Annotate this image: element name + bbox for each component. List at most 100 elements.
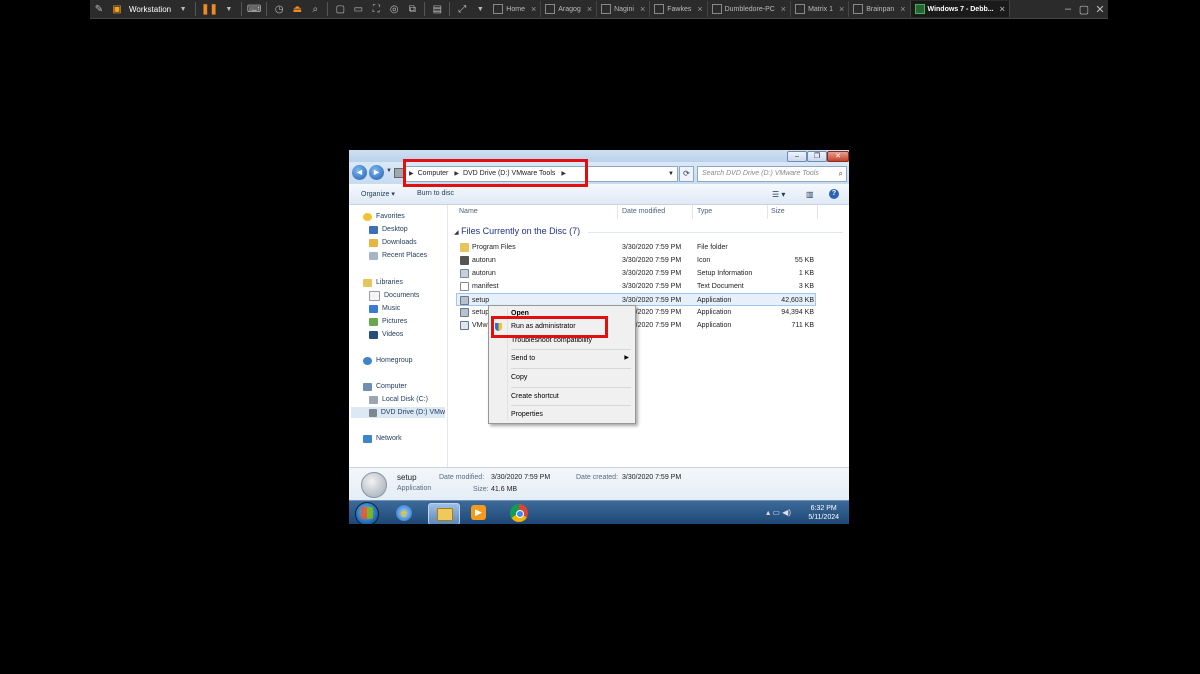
minimize-icon[interactable]: – <box>1060 3 1076 16</box>
system-tray-icons[interactable]: ▴ ▭ ◀) <box>766 508 791 517</box>
refresh-icon[interactable]: ⟳ <box>679 166 694 182</box>
menu-item-create-shortcut[interactable]: Create shortcut <box>511 391 559 402</box>
nav-item-desktop[interactable]: Desktop <box>369 224 408 235</box>
snapshot-manager-icon[interactable]: ⌕ <box>308 1 322 17</box>
application-icon <box>460 321 469 330</box>
vm-icon <box>711 4 722 14</box>
table-row[interactable]: autorun 3/30/2020 7:59 PM Setup Informat… <box>456 267 816 280</box>
view-options-icon[interactable]: ☰ ▾ <box>772 190 785 199</box>
close-icon[interactable]: × <box>781 4 786 14</box>
back-icon[interactable]: ◄ <box>352 165 367 180</box>
chrome-icon[interactable] <box>507 503 531 523</box>
nav-item-local-disk[interactable]: Local Disk (C:) <box>369 394 428 405</box>
fullscreen-icon[interactable]: ⛶ <box>369 1 383 17</box>
highlight-box-run-as-admin <box>491 316 608 338</box>
details-size-label: Size: <box>473 486 489 493</box>
restore-icon[interactable]: ❐ <box>807 151 827 162</box>
minimize-icon[interactable]: – <box>787 151 807 162</box>
tab-nagini[interactable]: Nagini × <box>597 1 651 17</box>
nav-item-pictures[interactable]: Pictures <box>369 316 407 327</box>
pause-icon[interactable]: ❚❚ <box>201 1 218 17</box>
start-button[interactable] <box>355 502 379 524</box>
column-header-size[interactable]: Size <box>771 208 785 215</box>
nav-network[interactable]: Network <box>363 433 402 444</box>
explorer-taskbar-icon[interactable] <box>428 503 460 524</box>
nav-item-documents[interactable]: Documents <box>369 290 419 301</box>
close-icon[interactable]: × <box>640 4 645 14</box>
details-kind: Application <box>397 485 432 492</box>
chevron-down-icon[interactable]: ▼ <box>176 1 190 17</box>
folder-icon <box>460 243 469 252</box>
menu-item-properties[interactable]: Properties <box>511 409 543 420</box>
send-keys-icon[interactable]: ⌨ <box>247 1 261 17</box>
nav-item-downloads[interactable]: Downloads <box>369 237 417 248</box>
revert-snapshot-icon[interactable]: ⏏ <box>290 1 304 17</box>
tab-dumbledore-pc[interactable]: Dumbledore-PC × <box>708 1 792 17</box>
close-icon[interactable]: × <box>697 4 702 14</box>
home-icon <box>493 4 504 14</box>
table-row[interactable]: autorun 3/30/2020 7:59 PM Icon 55 KB <box>456 254 816 267</box>
nav-libraries[interactable]: Libraries <box>363 277 403 288</box>
pin-icon[interactable]: ✎ <box>92 1 106 17</box>
tab-brainpan[interactable]: Brainpan × <box>849 1 911 17</box>
nav-item-music[interactable]: Music <box>369 303 400 314</box>
workstation-menu[interactable]: Workstation <box>129 5 171 14</box>
burn-to-disc-button[interactable]: Burn to disc <box>417 190 454 197</box>
tab-matrix-1[interactable]: Matrix 1 × <box>791 1 850 17</box>
stretch-icon[interactable]: ⤢ <box>455 1 469 17</box>
nav-item-videos[interactable]: Videos <box>369 329 403 340</box>
tab-aragog[interactable]: Aragog × <box>541 1 598 17</box>
table-row[interactable]: Program Files 3/30/2020 7:59 PM File fol… <box>456 241 816 254</box>
close-icon[interactable]: × <box>839 4 844 14</box>
chevron-down-icon[interactable]: ▼ <box>473 1 487 17</box>
snapshot-icon[interactable]: ◷ <box>272 1 286 17</box>
internet-explorer-icon[interactable]: e <box>392 503 416 523</box>
forward-icon[interactable]: ► <box>369 165 384 180</box>
tab-home[interactable]: Home × <box>489 1 542 17</box>
clock[interactable]: 6:32 PM 5/11/2024 <box>808 504 839 522</box>
help-icon[interactable]: ? <box>829 189 839 199</box>
unity-icon[interactable]: ◎ <box>387 1 401 17</box>
column-header-name[interactable]: Name <box>459 208 478 215</box>
organize-button[interactable]: Organize ▾ <box>361 190 395 198</box>
close-icon[interactable]: ✕ <box>827 151 849 162</box>
menu-item-copy[interactable]: Copy <box>511 372 527 383</box>
tab-fawkes[interactable]: Fawkes × <box>650 1 708 17</box>
table-row[interactable]: manifest 3/30/2020 7:59 PM Text Document… <box>456 280 816 293</box>
menu-item-send-to[interactable]: Send to ▶ <box>511 353 629 364</box>
preview-pane-icon[interactable]: ▥ <box>806 190 814 199</box>
terminal-icon[interactable]: ▤ <box>430 1 444 17</box>
folder-icon <box>437 508 453 521</box>
tab-windows-7[interactable]: Windows 7 - Debb... × <box>910 1 1010 17</box>
nav-item-recent-places[interactable]: Recent Places <box>369 250 427 261</box>
group-header[interactable]: ◢ Files Currently on the Disc (7) <box>454 226 580 236</box>
search-input[interactable]: Search DVD Drive (D:) VMware Tools ⌕ <box>697 166 847 182</box>
taskbar: e ▶ ▴ ▭ ◀) 6:32 PM 5/11/2024 <box>349 500 849 524</box>
column-header-date[interactable]: Date modified <box>622 208 665 215</box>
collapse-icon: ◢ <box>454 230 459 236</box>
network-icon <box>363 434 372 443</box>
view-icon[interactable]: ▢ <box>333 1 347 17</box>
close-icon[interactable]: × <box>531 4 536 14</box>
maximize-icon[interactable]: ▢ <box>1076 3 1092 16</box>
resize-icon[interactable]: ⧉ <box>405 1 419 17</box>
close-icon[interactable]: ✕ <box>1092 3 1108 16</box>
chevron-down-icon[interactable]: ▼ <box>668 167 674 181</box>
close-icon[interactable]: × <box>900 4 905 14</box>
nav-favorites[interactable]: Favorites <box>363 211 405 222</box>
close-icon[interactable]: × <box>587 4 592 14</box>
nav-item-dvd-drive[interactable]: DVD Drive (D:) VMw <box>351 407 445 418</box>
vm-icon <box>545 4 556 14</box>
vm-icon <box>795 4 806 14</box>
history-dropdown-icon[interactable]: ▼ <box>386 168 392 174</box>
nav-computer[interactable]: Computer <box>363 381 407 392</box>
console-view-icon[interactable]: ▭ <box>351 1 365 17</box>
chevron-down-icon[interactable]: ▼ <box>222 1 236 17</box>
column-header-type[interactable]: Type <box>697 208 712 215</box>
media-player-icon[interactable]: ▶ <box>467 503 491 523</box>
close-icon[interactable]: × <box>1000 4 1005 14</box>
setup-icon <box>460 296 469 305</box>
music-icon <box>369 304 378 313</box>
nav-homegroup[interactable]: Homegroup <box>363 355 413 366</box>
details-created: 3/30/2020 7:59 PM <box>622 474 682 481</box>
